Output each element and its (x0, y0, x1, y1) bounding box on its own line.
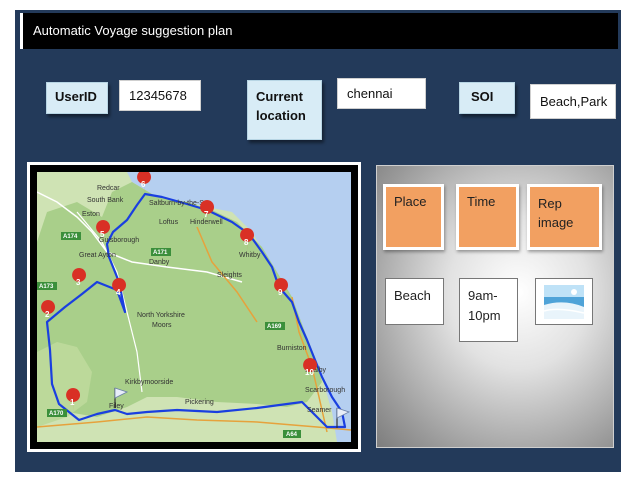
waypoint-7-label: 7 (204, 210, 209, 219)
window-title: Automatic Voyage suggestion plan (20, 13, 618, 49)
app-window: Automatic Voyage suggestion plan UserID … (15, 10, 621, 472)
route-map-canvas: Redcar South Bank Eston Guisborough Salt… (37, 172, 351, 442)
map-label-danby: Danby (149, 259, 170, 266)
waypoint-10-label: 10 (305, 368, 314, 377)
current-location-label-line1: Current (256, 89, 303, 104)
soi-field[interactable]: Beach,Park (530, 84, 616, 119)
beach-image-icon (544, 285, 584, 319)
map-label-moors: Moors (152, 322, 172, 329)
waypoint-3-label: 3 (76, 278, 81, 287)
place-cell: Beach (385, 278, 444, 325)
map-label-loftus: Loftus (159, 219, 179, 226)
road-label-a171: A171 (153, 250, 168, 256)
userid-label: UserID (46, 82, 108, 114)
waypoint-1-label: 1 (70, 398, 75, 407)
road-label-a173: A173 (39, 284, 54, 290)
map-label-south-bank: South Bank (87, 197, 124, 204)
road-label-a174: A174 (63, 234, 78, 240)
waypoint-6-label: 6 (141, 180, 146, 189)
soi-label: SOI (459, 82, 515, 114)
current-location-field[interactable]: chennai (337, 78, 426, 109)
map-label-seamer: Seamer (307, 407, 332, 414)
waypoint-2-label: 2 (45, 310, 50, 319)
map-label-eston: Eston (82, 211, 100, 218)
map-label-filey: Filey (109, 403, 124, 410)
waypoint-8-label: 8 (244, 238, 249, 247)
rep-image-header-line2: image (538, 215, 574, 230)
map-label-hinderwell: Hinderwell (190, 219, 223, 226)
current-location-label: Current location (247, 80, 322, 140)
map-label-sleights: Sleights (217, 272, 242, 279)
route-map[interactable]: Redcar South Bank Eston Guisborough Salt… (27, 162, 361, 452)
map-label-scarborough: Scarborough (305, 387, 345, 394)
time-column-header: Time (456, 184, 519, 250)
rep-image-thumbnail[interactable] (535, 278, 593, 325)
map-label-north-yorkshire: North Yorkshire (137, 312, 185, 319)
rep-image-column-header: Rep image (527, 184, 602, 250)
map-label-redcar: Redcar (97, 185, 120, 192)
userid-field[interactable]: 12345678 (119, 80, 201, 111)
road-label-a170: A170 (49, 411, 64, 417)
map-label-burniston: Burniston (277, 345, 307, 352)
map-label-whitby: Whitby (239, 252, 261, 259)
waypoint-9-label: 9 (278, 288, 283, 297)
suggestion-panel: Place Time Rep image Beach 9am- 10pm (376, 165, 614, 448)
time-cell-line1: 9am- (468, 288, 498, 303)
place-column-header: Place (383, 184, 444, 250)
waypoint-4-label: 4 (116, 288, 121, 297)
rep-image-header-line1: Rep (538, 196, 562, 211)
time-cell-line2: 10pm (468, 308, 501, 323)
map-label-pickering: Pickering (185, 399, 214, 406)
waypoint-5-label: 5 (100, 230, 105, 239)
time-cell: 9am- 10pm (459, 278, 518, 342)
map-label-great-ayton: Great Ayton (79, 252, 116, 259)
road-label-a64: A64 (286, 432, 298, 438)
map-label-kirkbymoorside: Kirkbymoorside (125, 379, 173, 386)
current-location-label-line2: location (256, 108, 306, 123)
road-label-a169: A169 (267, 324, 282, 330)
map-label-guisborough: Guisborough (99, 237, 139, 244)
